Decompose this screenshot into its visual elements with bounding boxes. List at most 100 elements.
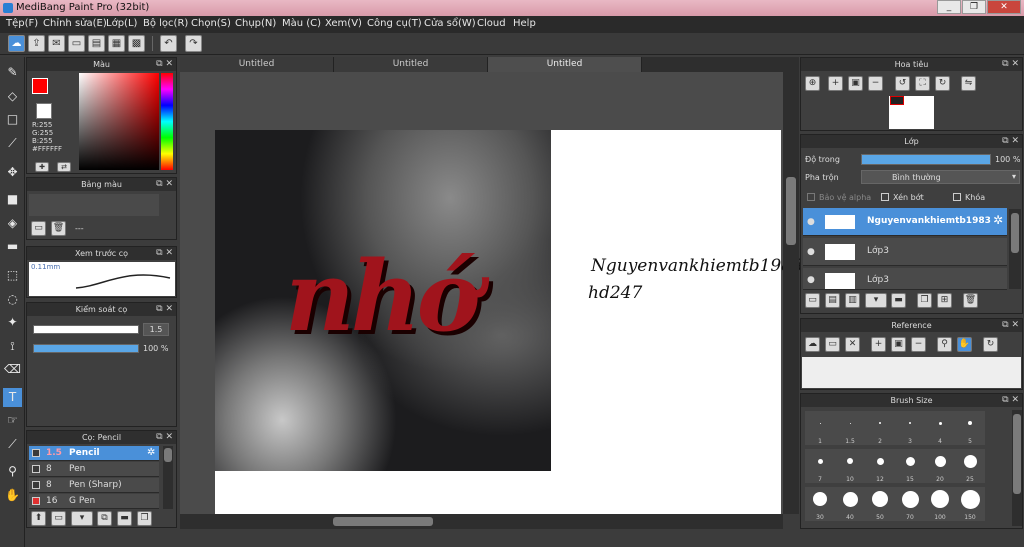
panel-controls[interactable]: ⧉ ✕ [1002, 135, 1019, 148]
brush-size-slider[interactable] [33, 325, 139, 334]
duplicate-layer-icon[interactable]: ❐ [917, 293, 932, 308]
eye-icon[interactable]: ● [807, 247, 815, 257]
clipping-checkbox[interactable] [881, 193, 889, 201]
select-tool-icon[interactable]: ⬚ [3, 266, 22, 285]
rotate-right-icon[interactable]: ↻ [935, 76, 950, 91]
reference-rotate-icon[interactable]: ↻ [983, 337, 998, 352]
menu-capture[interactable]: Chụp(N) [235, 18, 276, 29]
hue-slider[interactable] [161, 73, 173, 170]
maximize-button[interactable]: ❐ [962, 0, 986, 14]
text-tool-icon[interactable]: T [3, 388, 22, 407]
navigator-thumbnail[interactable] [889, 96, 934, 129]
panel-controls[interactable]: ⧉ ✕ [156, 247, 173, 260]
shape-tool-icon[interactable]: ⟋ [3, 134, 22, 153]
flip-icon[interactable]: ⇋ [961, 76, 976, 91]
layer-row[interactable]: ● Nguyenvankhiemtb1983 ✲ [803, 208, 1007, 236]
color-add-icon[interactable]: ✚ [35, 162, 49, 172]
gear-icon[interactable]: ✲ [993, 213, 1003, 227]
redo-icon[interactable]: ↷ [185, 35, 202, 52]
select-pen-tool-icon[interactable]: ⟟ [3, 337, 22, 356]
divide-tool-icon[interactable]: ⟋ [3, 435, 22, 454]
new-halftone-layer-icon[interactable]: ▤ [825, 293, 840, 308]
minimize-button[interactable]: _ [937, 0, 961, 14]
menu-layer[interactable]: Lớp(L) [106, 18, 137, 29]
panel-controls[interactable]: ⧉ ✕ [1002, 58, 1019, 71]
move-tool-icon[interactable]: ✥ [3, 163, 22, 182]
close-button[interactable]: ✕ [987, 0, 1021, 14]
menu-filter[interactable]: Bộ lọc(R) [143, 18, 188, 29]
tab-untitled-3[interactable]: Untitled [488, 57, 642, 72]
color-saturation-field[interactable] [79, 73, 159, 170]
document-icon[interactable]: ▤ [88, 35, 105, 52]
fit-window-icon[interactable]: ⛶ [915, 76, 930, 91]
tiles-icon[interactable]: ▩ [128, 35, 145, 52]
brush-size-option[interactable]: 7 [805, 449, 835, 483]
palette-list[interactable] [29, 194, 159, 216]
brush-size-option[interactable]: 20 [925, 449, 955, 483]
reference-cloud-icon[interactable]: ☁ [805, 337, 820, 352]
menu-edit[interactable]: Chỉnh sửa(E) [43, 18, 107, 29]
brush-menu-icon[interactable]: ▾ [71, 511, 93, 526]
brush-size-option[interactable]: 5 [955, 411, 985, 445]
merge-layer-icon[interactable]: ⊞ [937, 293, 952, 308]
gear-icon[interactable]: ✲ [147, 447, 155, 458]
reference-actual-size-icon[interactable]: ▣ [891, 337, 906, 352]
tab-untitled-1[interactable]: Untitled [180, 57, 334, 72]
panel-controls[interactable]: ⧉ ✕ [156, 58, 173, 71]
menu-cloud[interactable]: Cloud [477, 18, 506, 29]
panel-controls[interactable]: ⧉ ✕ [156, 303, 173, 316]
reference-eyedropper-icon[interactable]: ⚲ [937, 337, 952, 352]
brush-size-option[interactable]: 1.5 [835, 411, 865, 445]
brush-opacity-slider[interactable] [33, 344, 139, 353]
color-swap-icon[interactable]: ⇄ [57, 162, 71, 172]
layer-folder-icon[interactable]: ▬ [891, 293, 906, 308]
undo-icon[interactable]: ↶ [160, 35, 177, 52]
reference-canvas[interactable] [802, 357, 1021, 388]
brush-duplicate-icon[interactable]: ❐ [137, 511, 152, 526]
blend-mode-select[interactable]: Bình thường ▾ [861, 170, 1020, 184]
canvas-vertical-scrollbar[interactable] [783, 72, 799, 514]
layer-list-scrollbar[interactable] [1009, 209, 1021, 289]
secondary-color-swatch[interactable] [36, 103, 52, 119]
fill-rect-tool-icon[interactable]: ■ [3, 190, 22, 209]
brush-size-option[interactable]: 12 [865, 449, 895, 483]
brush-size-scrollbar[interactable] [1012, 410, 1022, 526]
brush-list-scrollbar[interactable] [163, 446, 173, 509]
menu-window[interactable]: Cửa sổ(W) [424, 18, 476, 29]
brush-item[interactable]: 8 Pen (Sharp) [29, 478, 159, 493]
canvas-horizontal-scrollbar[interactable] [180, 514, 783, 529]
canvas-paper[interactable]: nhớ Nguyenvankhiemtb1983 hd247 [215, 130, 803, 514]
brush-item[interactable]: 16 G Pen [29, 494, 159, 509]
palette-delete-icon[interactable]: 🗑 [51, 221, 66, 236]
menu-select[interactable]: Chọn(S) [191, 18, 231, 29]
eye-icon[interactable]: ● [807, 217, 815, 227]
magic-wand-tool-icon[interactable]: ✦ [3, 313, 22, 332]
actual-size-icon[interactable]: ▣ [848, 76, 863, 91]
brush-size-value[interactable]: 1.5 [143, 323, 169, 336]
brush-size-option[interactable]: 15 [895, 449, 925, 483]
layer-opacity-slider[interactable] [861, 154, 991, 165]
zoom-fit-icon[interactable]: ⊕ [805, 76, 820, 91]
cloud-icon[interactable]: ☁ [8, 35, 25, 52]
new-layer-icon[interactable]: ▭ [805, 293, 820, 308]
panel-controls[interactable]: ⧉ ✕ [156, 178, 173, 191]
brush-size-option[interactable]: 40 [835, 487, 865, 521]
lasso-tool-icon[interactable]: ◌ [3, 290, 22, 309]
brush-size-option[interactable]: 2 [865, 411, 895, 445]
gradient-tool-icon[interactable]: ▬ [3, 237, 22, 256]
menu-help[interactable]: Help [513, 18, 536, 29]
canvas-area[interactable]: nhớ Nguyenvankhiemtb1983 hd247 [180, 72, 803, 514]
brush-size-option[interactable]: 1 [805, 411, 835, 445]
protect-alpha-checkbox[interactable] [807, 193, 815, 201]
panel-controls[interactable]: ⧉ ✕ [1002, 319, 1019, 332]
brush-size-option[interactable]: 4 [925, 411, 955, 445]
brush-size-option[interactable]: 10 [835, 449, 865, 483]
eye-icon[interactable]: ● [807, 275, 815, 285]
eyedropper-tool-icon[interactable]: ⚲ [3, 462, 22, 481]
hand-tool-icon[interactable]: ✋ [3, 486, 22, 505]
menu-file[interactable]: Tệp(F) [6, 18, 38, 29]
brush-size-option[interactable]: 70 [895, 487, 925, 521]
upload-icon[interactable]: ⇪ [28, 35, 45, 52]
dot-tool-icon[interactable]: □ [3, 110, 22, 129]
brush-size-option[interactable]: 30 [805, 487, 835, 521]
